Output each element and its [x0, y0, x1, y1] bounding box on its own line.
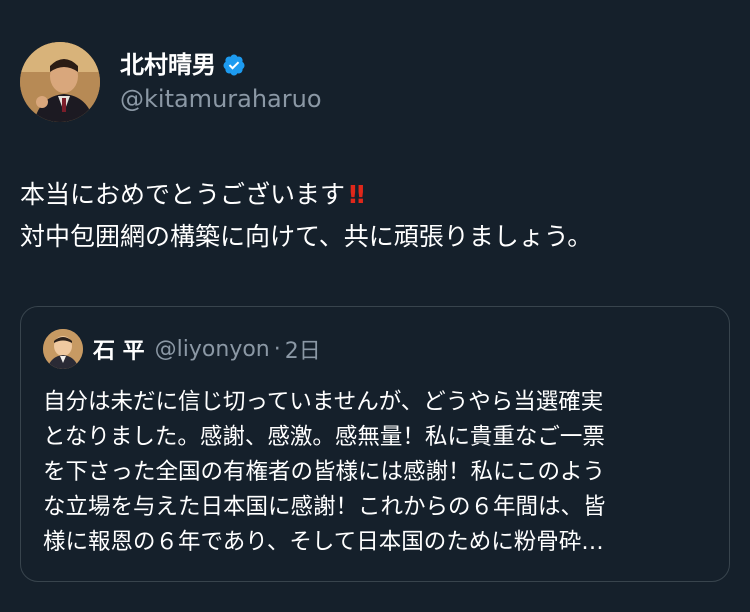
quoted-text-line: 自分は未だに信じ切っていませんが、どうやら当選確実 — [43, 389, 604, 415]
quoted-tweet-text: 自分は未だに信じ切っていませんが、どうやら当選確実 となりました。感謝、感激。感… — [43, 385, 707, 560]
name-row: 北村晴男 — [120, 49, 322, 81]
quoted-tweet-header: 石 平 @liyonyon · 2日 — [43, 329, 707, 369]
author-names: 北村晴男 @kitamuraharuo — [120, 49, 322, 115]
tweet-text: 本当におめでとうございます ‼ 対中包囲網の構築に向けて、共に頑張りましょう。 — [20, 174, 730, 258]
tweet-text-line-1-content: 本当におめでとうございます — [20, 180, 346, 209]
quoted-text-line: となりました。感謝、感激。感無量！私に貴重なご一票 — [43, 424, 605, 450]
quoted-timestamp: 2日 — [284, 339, 321, 364]
quoted-text-line: を下さった全国の有権者の皆様には感謝！私にこのよう — [43, 459, 606, 485]
author-avatar-image — [20, 42, 100, 122]
quoted-author-avatar — [43, 329, 83, 369]
author-display-name[interactable]: 北村晴男 — [120, 49, 216, 81]
quoted-author-avatar-image — [43, 329, 83, 369]
quoted-meta-separator: · — [273, 336, 281, 362]
tweet-header: 北村晴男 @kitamuraharuo — [20, 40, 730, 124]
tweet-text-line-2: 対中包囲網の構築に向けて、共に頑張りましょう。 — [20, 222, 593, 251]
quoted-author-display-name: 石 平 — [93, 339, 145, 364]
tweet-text-line-1: 本当におめでとうございます ‼ — [20, 174, 730, 216]
tweet-card: 北村晴男 @kitamuraharuo 本当におめでとうございます ‼ 対中包囲網… — [0, 0, 750, 612]
author-avatar[interactable] — [20, 42, 100, 122]
author-handle[interactable]: @kitamuraharuo — [120, 83, 322, 115]
quoted-text-line: な立場を与えた日本国に感謝！これからの６年間は、皆 — [43, 494, 606, 520]
quoted-text-line: 様に報恩の６年であり、そして日本国のために粉骨砕… — [43, 529, 604, 555]
double-exclamation-emoji: ‼ — [349, 180, 365, 209]
quoted-author-handle: @liyonyon — [154, 336, 270, 362]
quoted-tweet[interactable]: 石 平 @liyonyon · 2日 自分は未だに信じ切っていませんが、どうやら… — [20, 306, 730, 582]
verified-badge-icon — [222, 53, 246, 77]
